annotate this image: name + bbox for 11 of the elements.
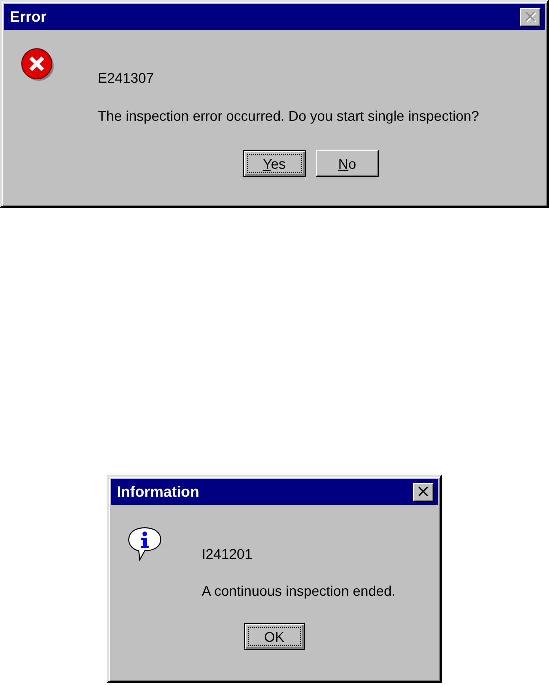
close-button[interactable]: × [413,482,434,502]
dialog-button[interactable]: OK [244,623,305,650]
window-title: Error [10,8,47,26]
message-code: E241307 [98,70,156,86]
error-icon [21,48,57,84]
dialog-button[interactable]: No [316,150,379,177]
message-text: The inspection error occurred. Do you start single inspection? [98,108,480,124]
message-code: I241201 [202,546,254,562]
dialog-button[interactable]: Yes [243,150,306,177]
message-text: A continuous inspection ended. [202,583,397,599]
window-title: Information [117,484,200,500]
